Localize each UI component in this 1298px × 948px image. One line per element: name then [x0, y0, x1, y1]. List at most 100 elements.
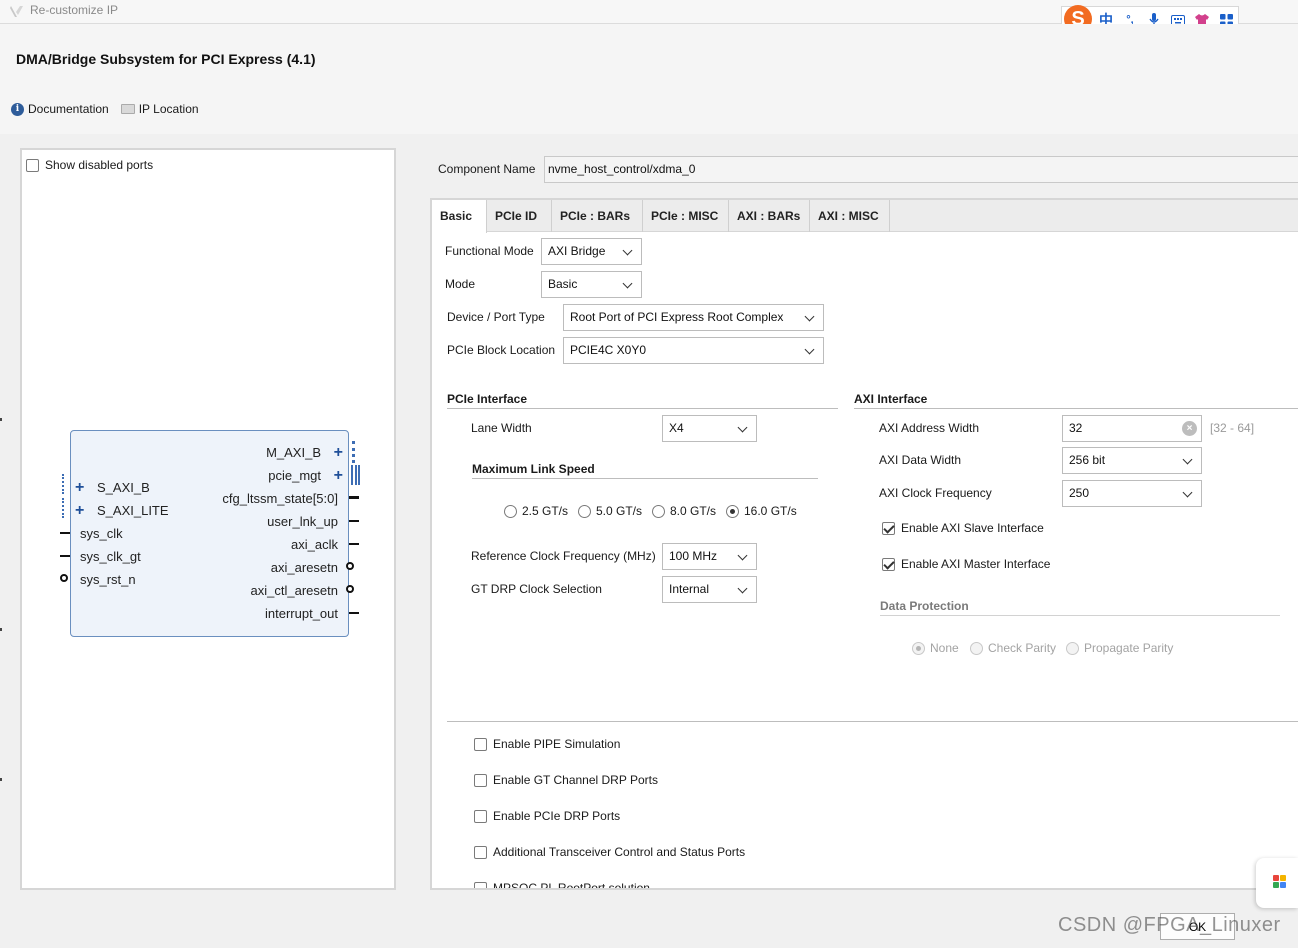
- link-speed-16-0[interactable]: 16.0 GT/s: [726, 504, 797, 518]
- bus-pin-m-axi-b: [352, 441, 356, 463]
- axi-data-width-dropdown[interactable]: 256 bit: [1062, 447, 1202, 474]
- data-protection-propagate-parity[interactable]: Propagate Parity: [1066, 641, 1173, 655]
- checkbox-box[interactable]: [474, 773, 487, 787]
- expand-plus-icon[interactable]: +: [334, 445, 343, 461]
- mpsoc-rootport-checkbox[interactable]: MPSOC PL RootPort solution: [474, 881, 650, 890]
- axi-clock-frequency-dropdown[interactable]: 250: [1062, 480, 1202, 507]
- expand-plus-icon[interactable]: +: [334, 468, 343, 484]
- axi-address-width-input[interactable]: 32 ×: [1062, 415, 1202, 442]
- mpsoc-rootport-label: MPSOC PL RootPort solution: [493, 881, 650, 890]
- link-speed-16-0-label: 16.0 GT/s: [744, 504, 797, 518]
- checkbox-box[interactable]: [474, 845, 487, 859]
- tab-basic[interactable]: Basic: [432, 200, 487, 233]
- additional-transceiver-checkbox[interactable]: Additional Transceiver Control and Statu…: [474, 845, 745, 859]
- checkbox-checked[interactable]: [882, 557, 895, 571]
- link-speed-5-0[interactable]: 5.0 GT/s: [578, 504, 642, 518]
- radio-button[interactable]: [504, 504, 517, 518]
- pcie-interface-divider: [447, 408, 838, 409]
- port-sys-rst-n: sys_rst_n: [80, 572, 136, 587]
- enable-axi-master-checkbox[interactable]: Enable AXI Master Interface: [882, 557, 1050, 571]
- bus-pin-pcie-mgt: [351, 465, 360, 485]
- enable-gt-channel-drp-label: Enable GT Channel DRP Ports: [493, 773, 658, 787]
- port-s-axi-b: S_AXI_B: [97, 480, 150, 495]
- port-m-axi-b: M_AXI_B: [266, 445, 321, 460]
- ref-clock-dropdown[interactable]: 100 MHz: [662, 543, 757, 570]
- enable-axi-slave-label: Enable AXI Slave Interface: [901, 521, 1044, 535]
- enable-pipe-simulation-checkbox[interactable]: Enable PIPE Simulation: [474, 737, 620, 751]
- max-link-speed-divider: [472, 478, 818, 479]
- tab-pcie-id[interactable]: PCIe ID: [487, 200, 552, 232]
- checkbox-box[interactable]: [26, 158, 39, 172]
- pin-axi-ctl-aresetn: [346, 585, 354, 593]
- component-name-field[interactable]: nvme_host_control/xdma_0: [544, 156, 1298, 183]
- gt-drp-clock-label: GT DRP Clock Selection: [471, 582, 602, 596]
- link-speed-2-5[interactable]: 2.5 GT/s: [504, 504, 568, 518]
- checkbox-box[interactable]: [474, 881, 487, 888]
- show-disabled-ports-label: Show disabled ports: [45, 158, 154, 172]
- enable-pcie-drp-checkbox[interactable]: Enable PCIe DRP Ports: [474, 809, 620, 823]
- expand-plus-icon[interactable]: +: [75, 503, 84, 519]
- floating-widget[interactable]: [1256, 858, 1298, 908]
- data-protection-none[interactable]: None: [912, 641, 959, 655]
- radio-button[interactable]: [578, 504, 591, 518]
- enable-pcie-drp-label: Enable PCIe DRP Ports: [493, 809, 621, 823]
- tab-pcie-misc[interactable]: PCIe : MISC: [643, 200, 729, 232]
- lane-width-dropdown[interactable]: X4: [662, 415, 757, 442]
- expand-plus-icon[interactable]: +: [75, 480, 84, 496]
- gt-drp-clock-dropdown[interactable]: Internal: [662, 576, 757, 603]
- port-s-axi-lite: S_AXI_LITE: [97, 503, 169, 518]
- checkbox-checked[interactable]: [882, 521, 895, 535]
- device-port-type-dropdown[interactable]: Root Port of PCI Express Root Complex: [563, 304, 824, 331]
- checkbox-box[interactable]: [474, 809, 487, 823]
- port-interrupt-out: interrupt_out: [265, 606, 338, 621]
- mode-dropdown[interactable]: Basic: [541, 271, 642, 298]
- axi-interface-divider: [854, 408, 1298, 409]
- device-port-type-label: Device / Port Type: [447, 310, 545, 324]
- radio-button[interactable]: [1066, 641, 1079, 655]
- radio-button-selected[interactable]: [726, 504, 739, 518]
- device-port-type-value: Root Port of PCI Express Root Complex: [570, 310, 784, 324]
- widget-dot: [1280, 875, 1286, 881]
- ip-location-label: IP Location: [138, 102, 199, 116]
- axi-data-width-value: 256 bit: [1069, 453, 1106, 467]
- enable-gt-channel-drp-checkbox[interactable]: Enable GT Channel DRP Ports: [474, 773, 658, 787]
- data-protection-propagate-parity-label: Propagate Parity: [1084, 641, 1174, 655]
- bus-pin-s-axi-lite: [62, 498, 66, 518]
- checkbox-box[interactable]: [474, 737, 487, 751]
- folder-icon: [120, 104, 135, 114]
- edge-mark: [0, 628, 2, 631]
- mode-label: Mode: [445, 277, 476, 291]
- pcie-block-location-value: PCIE4C X0Y0: [570, 343, 647, 357]
- clear-icon[interactable]: ×: [1182, 421, 1197, 436]
- pcie-block-location-dropdown[interactable]: PCIE4C X0Y0: [563, 337, 824, 364]
- pcie-interface-title: PCIe Interface: [447, 392, 528, 406]
- radio-button-selected[interactable]: [912, 641, 925, 655]
- chevron-down-icon: [1182, 487, 1193, 498]
- axi-data-width-label: AXI Data Width: [879, 453, 962, 467]
- link-speed-5-0-label: 5.0 GT/s: [596, 504, 643, 518]
- axi-interface-title: AXI Interface: [854, 392, 928, 406]
- axi-address-width-value: 32: [1069, 421, 1083, 435]
- radio-button[interactable]: [652, 504, 665, 518]
- options-divider: [447, 721, 1298, 722]
- show-disabled-ports-checkbox[interactable]: Show disabled ports: [26, 158, 153, 172]
- vivado-logo-icon: [10, 6, 23, 17]
- tab-axi-bars[interactable]: AXI : BARs: [729, 200, 810, 232]
- data-protection-check-parity[interactable]: Check Parity: [970, 641, 1056, 655]
- tab-pcie-bars[interactable]: PCIe : BARs: [552, 200, 643, 232]
- bus-pin-s-axi-b: [62, 474, 66, 494]
- enable-axi-slave-checkbox[interactable]: Enable AXI Slave Interface: [882, 521, 1044, 535]
- pin-sys-rst-n: [60, 574, 68, 582]
- link-speed-2-5-label: 2.5 GT/s: [522, 504, 569, 518]
- window-title: Re-customize IP: [30, 3, 119, 17]
- chevron-down-icon: [737, 583, 748, 594]
- documentation-link[interactable]: i Documentation: [11, 102, 109, 116]
- link-speed-8-0[interactable]: 8.0 GT/s: [652, 504, 716, 518]
- chevron-down-icon: [737, 550, 748, 561]
- functional-mode-dropdown[interactable]: AXI Bridge: [541, 238, 642, 265]
- enable-axi-master-label: Enable AXI Master Interface: [901, 557, 1051, 571]
- pin-sys-clk-gt: [60, 555, 70, 557]
- radio-button[interactable]: [970, 641, 983, 655]
- ip-location-link[interactable]: IP Location: [120, 102, 199, 116]
- tab-axi-misc[interactable]: AXI : MISC: [810, 200, 890, 232]
